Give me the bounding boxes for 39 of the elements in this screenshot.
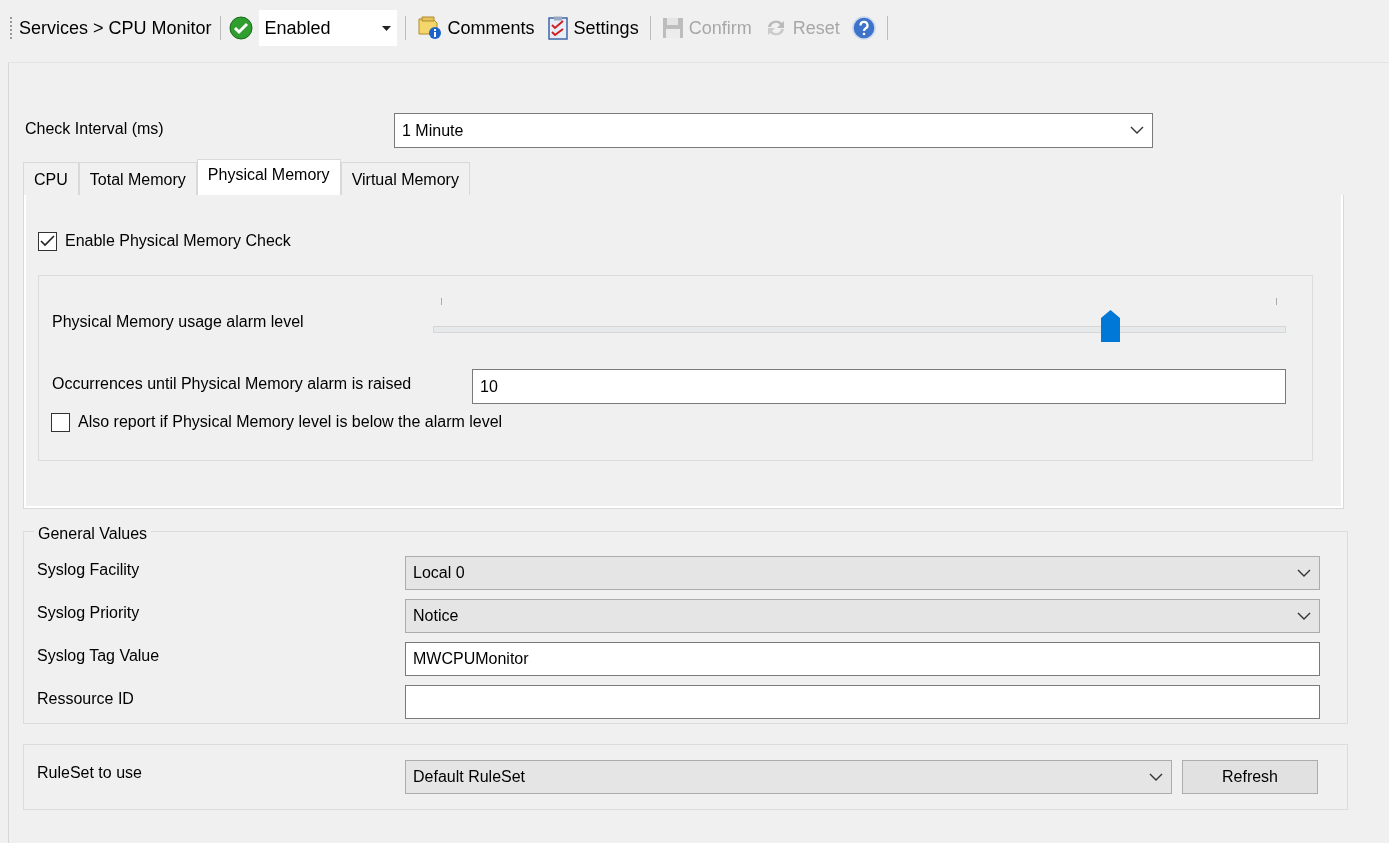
dropdown[interactable]: Local 0 <box>405 556 1320 590</box>
note-info-icon <box>416 16 443 40</box>
chevron-down-icon <box>1297 611 1311 621</box>
chevron-down-icon <box>1297 568 1311 578</box>
field-label: Syslog Facility <box>37 560 141 580</box>
refresh-button[interactable]: Refresh <box>1182 760 1318 794</box>
save-icon <box>661 17 684 39</box>
comments-button[interactable]: Comments <box>413 12 538 44</box>
field-label: RuleSet to use <box>37 763 143 783</box>
chevron-down-icon <box>1130 126 1144 135</box>
checkbox-label: Also report if Physical Memory level is below the alarm level <box>78 412 503 432</box>
tab[interactable]: Total Memory <box>78 162 197 195</box>
toolbar-grip[interactable] <box>10 17 13 39</box>
slider-label: Physical Memory usage alarm level <box>52 312 305 332</box>
chevron-down-icon <box>1149 772 1163 782</box>
field-label: Occurrences until Physical Memory alarm is raised <box>52 374 413 394</box>
field-label: Check Interval (ms) <box>24 119 165 139</box>
breadcrumb: Services > CPU Monitor <box>19 16 212 40</box>
tab[interactable]: Physical Memory <box>196 159 341 195</box>
text-field[interactable]: MWCPUMonitor <box>405 642 1320 676</box>
settings-button[interactable]: Settings <box>543 12 642 44</box>
tab[interactable]: Virtual Memory <box>340 162 470 195</box>
slider-thumb[interactable] <box>1100 310 1120 342</box>
dropdown[interactable]: Notice <box>405 599 1320 633</box>
status-dropdown[interactable]: Enabled <box>258 10 397 46</box>
field-label: Ressource ID <box>37 689 135 709</box>
field-label: Syslog Priority <box>37 603 141 623</box>
checkbox[interactable] <box>38 231 57 251</box>
caret-icon <box>381 25 391 31</box>
text-field[interactable] <box>405 685 1320 719</box>
occurrences-field[interactable]: 10 <box>472 369 1286 404</box>
field-label: Syslog Tag Value <box>37 646 161 666</box>
checkbox[interactable] <box>51 412 70 432</box>
help-icon <box>851 16 876 40</box>
tab[interactable]: CPU <box>23 162 79 195</box>
ruleset-dropdown[interactable]: Default RuleSet <box>405 760 1172 794</box>
checkbox-label: Enable Physical Memory Check <box>65 231 291 251</box>
clipboard-check-icon <box>546 16 569 40</box>
interval-dropdown[interactable]: 1 Minute <box>394 113 1153 148</box>
